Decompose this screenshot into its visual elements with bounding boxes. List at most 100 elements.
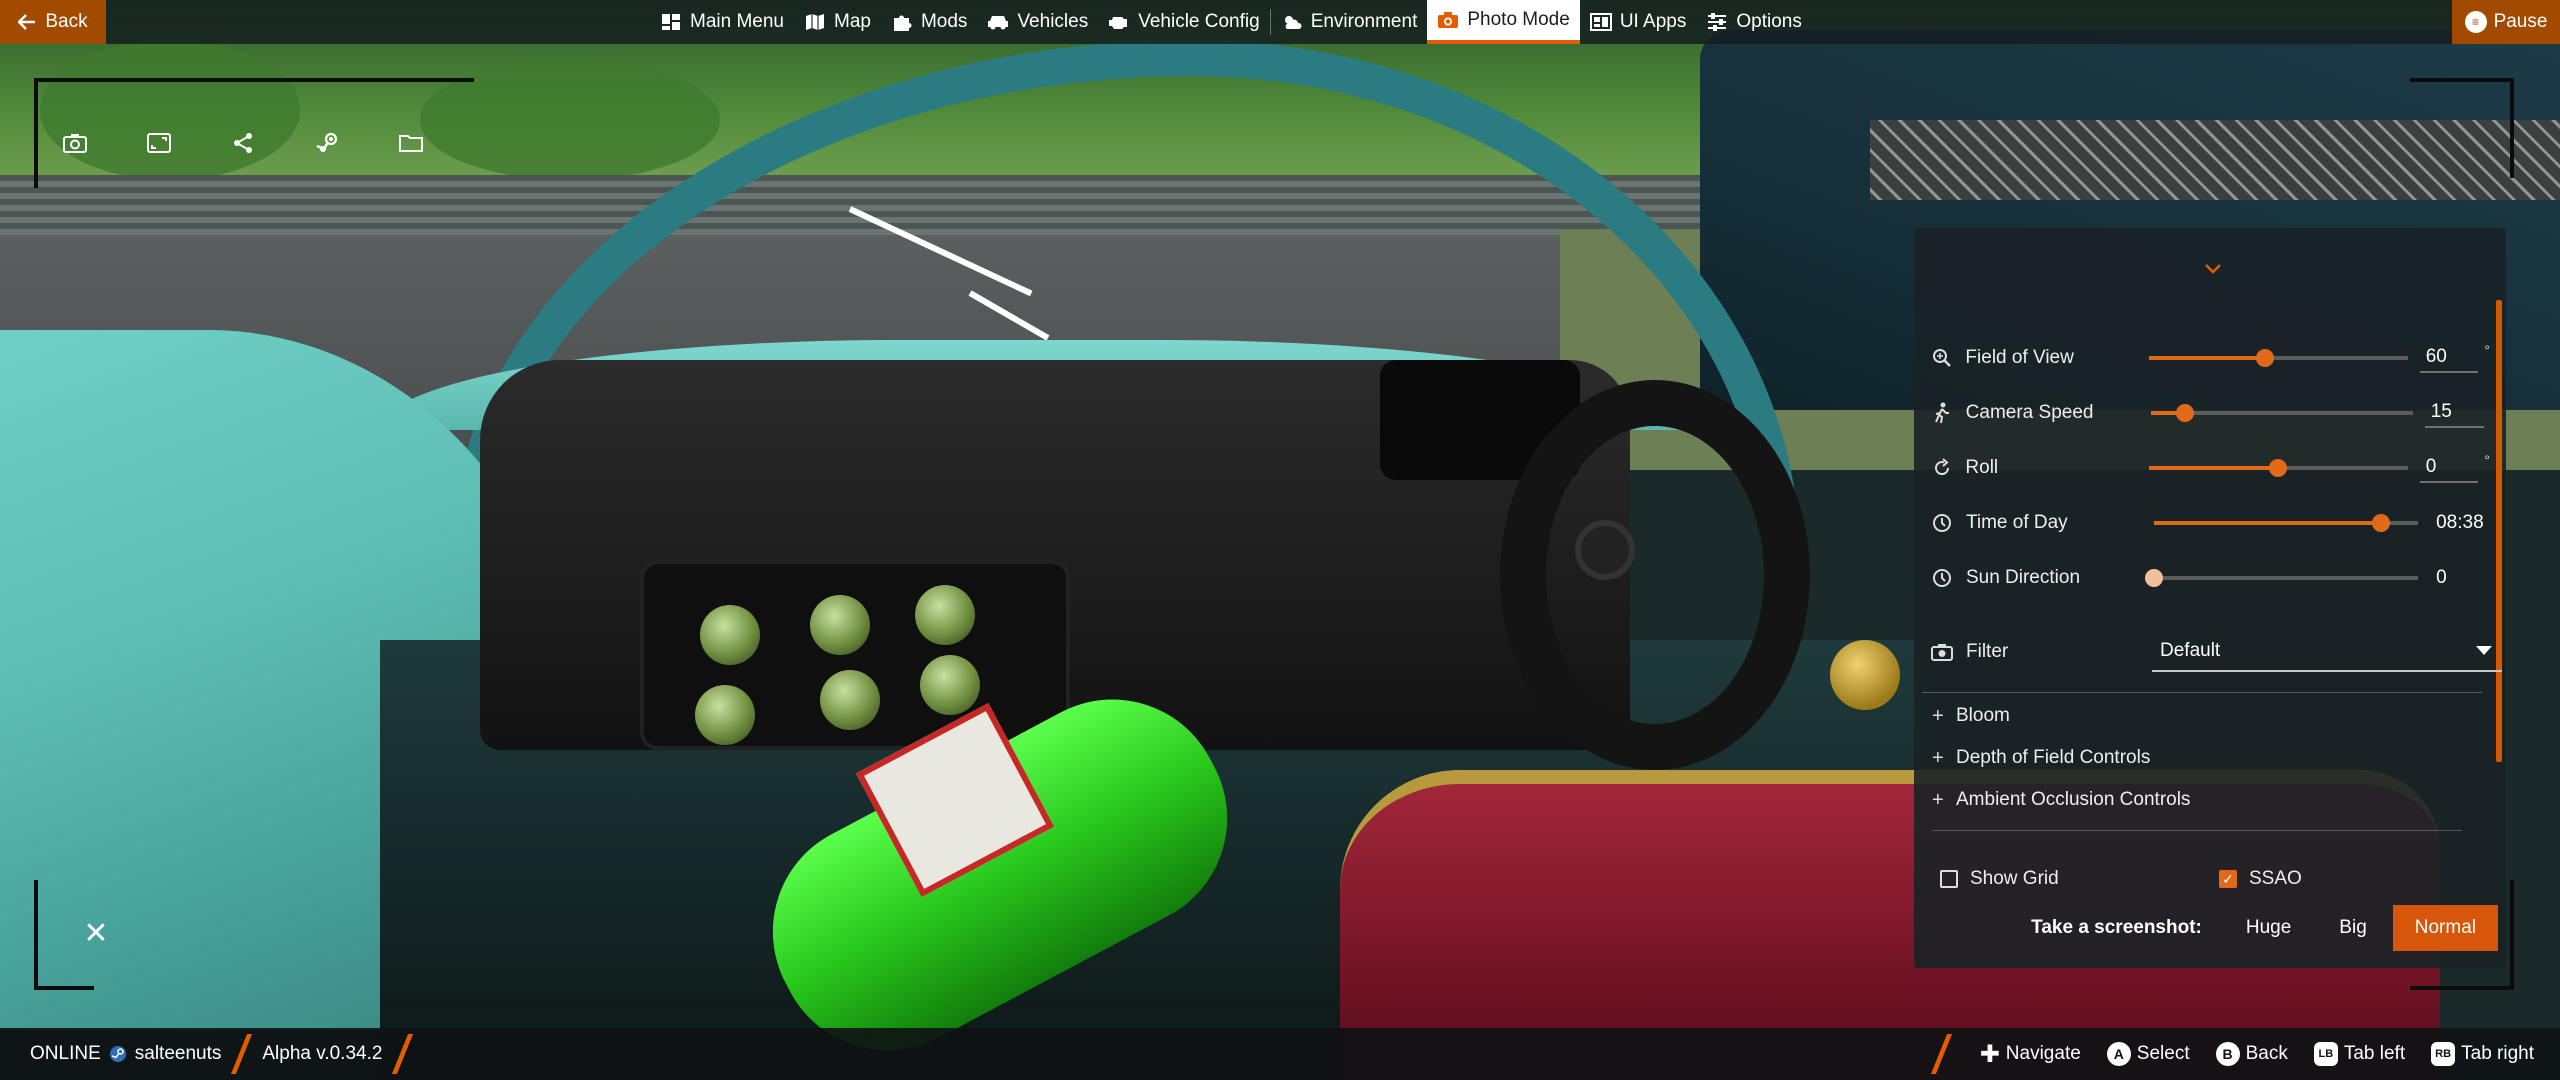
walking-icon (1930, 401, 1954, 425)
screenshot-size-row: Take a screenshot: Huge Big Normal (1914, 905, 2506, 951)
clock-icon (1930, 511, 1954, 535)
screenshot-button[interactable] (50, 118, 100, 168)
bloom-expander[interactable]: + Bloom (1932, 698, 2010, 734)
time-of-day-value: 08:38 (2436, 512, 2484, 533)
unit-label: ° (2484, 342, 2490, 358)
tab-main-menu[interactable]: Main Menu (650, 0, 794, 44)
slider-fill (2153, 521, 2382, 525)
depth-of-field-expander[interactable]: + Depth of Field Controls (1932, 740, 2150, 776)
hint-label: Tab right (2461, 1043, 2534, 1064)
open-folder-button[interactable] (386, 118, 436, 168)
panel-scrollbar[interactable] (2496, 300, 2502, 762)
bottom-status-bar: ONLINE salteenuts Alpha v.0.34.2 ✚ Navig… (0, 1028, 2560, 1080)
divider-slash (231, 1034, 253, 1074)
steam-icon (109, 1046, 126, 1062)
username: salteenuts (134, 1043, 222, 1064)
slider-thumb[interactable] (2269, 459, 2288, 477)
tab-label: Vehicles (1017, 11, 1089, 32)
filter-label: Filter (1966, 641, 2009, 662)
tab-mods[interactable]: Mods (881, 0, 977, 44)
roll-row: Roll 0 ° (1930, 448, 2490, 488)
hint-label: Tab left (2343, 1043, 2406, 1064)
roll-slider[interactable] (2149, 459, 2408, 477)
hint-tab-right: RB Tab right (2431, 1042, 2534, 1066)
fullscreen-icon (147, 133, 171, 153)
pause-label: Pause (2493, 11, 2548, 32)
slider-thumb[interactable] (2256, 349, 2275, 367)
tab-label: Mods (920, 11, 968, 32)
ambient-occlusion-expander[interactable]: + Ambient Occlusion Controls (1932, 782, 2190, 818)
tab-vehicles[interactable]: Vehicles (977, 0, 1098, 44)
screenshot-big-button[interactable]: Big (2317, 905, 2388, 951)
arrow-left-icon (18, 14, 36, 30)
slider-thumb[interactable] (2144, 569, 2163, 587)
close-photo-mode-button[interactable]: ✕ (78, 915, 114, 951)
divider-slash (1930, 1034, 1952, 1074)
b-button-icon: B (2215, 1042, 2240, 1066)
plus-icon: + (1932, 704, 1944, 727)
tab-options[interactable]: Options (1696, 0, 1811, 44)
share-button[interactable] (218, 118, 268, 168)
section-label: Ambient Occlusion Controls (1956, 789, 2191, 810)
slider-fill (2149, 356, 2266, 360)
screenshot-normal-button[interactable]: Normal (2392, 905, 2498, 951)
back-label: Back (45, 11, 88, 32)
screenshot-label: Take a screenshot: (2031, 917, 2202, 938)
tab-ui-apps[interactable]: UI Apps (1580, 0, 1697, 44)
tab-photo-mode[interactable]: Photo Mode (1427, 0, 1580, 44)
tab-label: Map (834, 11, 871, 32)
slider-label: Time of Day (1965, 512, 2068, 533)
rotate-icon (1930, 456, 1953, 480)
camera-speed-input[interactable]: 15 (2424, 398, 2484, 428)
section-divider (1932, 830, 2462, 831)
screenshot-huge-button[interactable]: Huge (2224, 905, 2313, 951)
steam-icon (316, 132, 338, 152)
steam-button[interactable] (302, 118, 352, 168)
switch-knob (810, 595, 870, 655)
tab-vehicle-config[interactable]: Vehicle Config (1098, 0, 1269, 44)
tab-environment[interactable]: Environment (1271, 0, 1428, 44)
time-of-day-row: Time of Day 08:38 (1930, 503, 2490, 543)
fov-row: Field of View 60 ° (1930, 338, 2490, 378)
filter-row: Filter Default (1930, 632, 2502, 672)
rb-button-icon: RB (2431, 1042, 2456, 1066)
unit-label: ° (2484, 452, 2490, 468)
weather-icon (1281, 12, 1303, 32)
slider-label: Roll (1965, 457, 1999, 478)
ssao-checkbox[interactable]: ✓ SSAO (2219, 868, 2302, 890)
engine-icon (1108, 12, 1130, 32)
back-button[interactable]: Back (0, 0, 106, 44)
toggle-ui-button[interactable] (134, 118, 184, 168)
filter-dropdown[interactable]: Default (2152, 632, 2502, 672)
sun-direction-slider[interactable] (2144, 569, 2419, 587)
steering-hub (1575, 520, 1635, 580)
roll-input[interactable]: 0 (2419, 453, 2479, 483)
controller-hints: ✚ Navigate A Select B Back LB Tab left R… (1929, 1028, 2534, 1080)
checkbox-label: Show Grid (1970, 868, 2059, 889)
tab-map[interactable]: Map (794, 0, 881, 44)
time-of-day-slider[interactable] (2153, 514, 2419, 532)
steering-wheel (1500, 380, 1810, 770)
slider-thumb[interactable] (2372, 514, 2391, 532)
map-icon (804, 12, 826, 32)
slider-thumb[interactable] (2176, 404, 2195, 422)
dashboard-icon (660, 12, 682, 32)
dpad-icon: ✚ (1979, 1040, 2000, 1068)
puzzle-icon (891, 12, 913, 32)
camera-icon (1437, 10, 1459, 30)
top-menu-bar: Back Main Menu Map Mods Vehicles Vehicle… (0, 0, 2560, 44)
photo-toolbar (50, 118, 436, 168)
checkbox-box (1940, 870, 1958, 888)
switch-knob (915, 585, 975, 645)
fov-slider[interactable] (2149, 349, 2408, 367)
section-divider (1922, 692, 2482, 693)
fov-input[interactable]: 60 (2419, 343, 2479, 373)
pause-button[interactable]: ≡ Pause (2452, 0, 2560, 44)
camera-icon (63, 134, 87, 153)
sun-direction-value: 0 (2436, 567, 2447, 588)
camera-speed-slider[interactable] (2151, 404, 2413, 422)
collapse-panel-button[interactable] (2204, 258, 2222, 281)
main-nav: Main Menu Map Mods Vehicles Vehicle Conf… (650, 0, 1812, 44)
show-grid-checkbox[interactable]: Show Grid (1940, 868, 2059, 890)
chevron-down-icon (2205, 264, 2221, 274)
